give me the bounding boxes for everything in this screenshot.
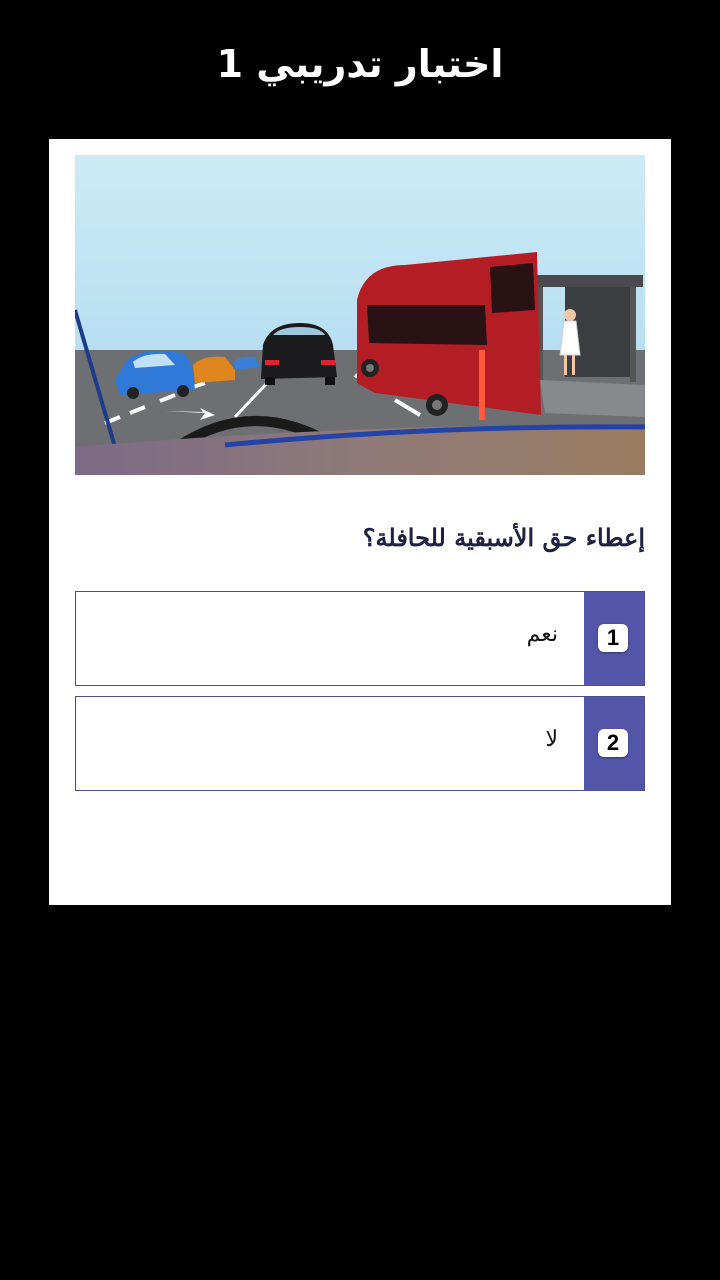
page-title: اختبار تدريبي 1: [216, 42, 504, 86]
quiz-card: إعطاء حق الأسبقية للحافلة؟ 1 نعم 2 لا: [49, 139, 671, 905]
answer-number-badge: 2: [598, 729, 628, 757]
answer-option-2[interactable]: 2 لا: [75, 696, 645, 791]
answer-label: نعم: [526, 622, 558, 647]
answer-number-panel: 1: [584, 592, 644, 685]
answer-number-panel: 2: [584, 697, 644, 790]
answer-option-1[interactable]: 1 نعم: [75, 591, 645, 686]
answer-number-badge: 1: [598, 624, 628, 652]
question-text: إعطاء حق الأسبقية للحافلة؟: [362, 523, 645, 552]
question-image: [75, 155, 645, 475]
answer-label: لا: [545, 727, 558, 752]
